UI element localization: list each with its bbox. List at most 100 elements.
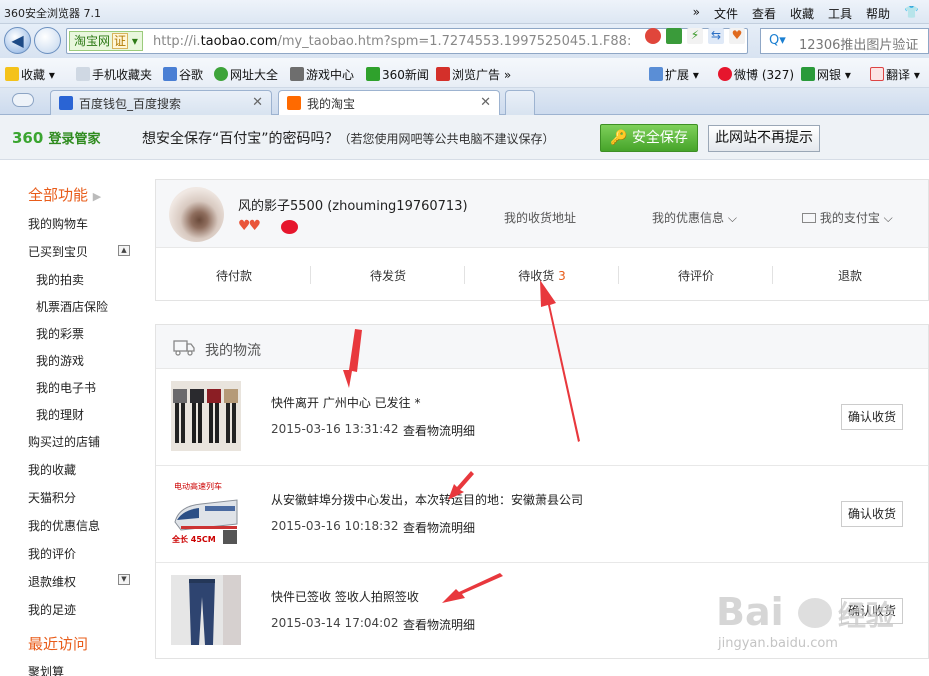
- grid-icon: [649, 67, 663, 81]
- sidebar-item-auction[interactable]: 我的拍卖: [36, 271, 84, 288]
- fav-weibo[interactable]: 微博 (327): [718, 66, 794, 83]
- sidebar-item-games[interactable]: 我的游戏: [36, 352, 84, 369]
- sidebar-item-bought[interactable]: 已买到宝贝: [28, 243, 88, 260]
- address-link[interactable]: 我的收货地址: [504, 209, 576, 226]
- menu-favorites[interactable]: 收藏: [790, 5, 814, 22]
- menu-help[interactable]: 帮助: [866, 5, 890, 22]
- back-button[interactable]: ◀: [4, 27, 31, 54]
- lightning-icon[interactable]: ⚡: [687, 28, 703, 44]
- taobao-icon: [287, 96, 301, 110]
- menu-bar: » 文件 查看 收藏 工具 帮助 👕: [693, 5, 919, 22]
- alipay-link[interactable]: 我的支付宝 ⌵: [802, 209, 893, 226]
- close-icon[interactable]: ✕: [480, 95, 491, 110]
- confirm-receipt-button[interactable]: 确认收货: [841, 501, 903, 527]
- sidebar-item-offers[interactable]: 我的优惠信息: [28, 517, 100, 534]
- sidebar-item-shops[interactable]: 购买过的店铺: [28, 433, 100, 450]
- logistics-date: 2015-03-16 10:18:32: [271, 519, 399, 533]
- qr-code-icon[interactable]: [666, 28, 682, 44]
- sidebar-item-finance[interactable]: 我的理财: [36, 406, 84, 423]
- search-engine-icon[interactable]: Q▾: [769, 33, 786, 48]
- folder-icon: [76, 67, 90, 81]
- menu-chevron-icon[interactable]: »: [693, 5, 700, 22]
- tab-bar: 百度钱包_百度搜索 ✕ 我的淘宝 ✕: [0, 88, 929, 115]
- recent-item-juhuasuan[interactable]: 聚划算: [28, 663, 64, 676]
- confirm-receipt-button[interactable]: 确认收货: [841, 404, 903, 430]
- address-toolbar: ◀ 淘宝网证 ▾ http://i.taobao.com/my_taobao.h…: [0, 24, 929, 58]
- view-details-link[interactable]: 查看物流明细: [403, 519, 475, 536]
- sidebar-item-cart[interactable]: 我的购物车: [28, 215, 88, 232]
- never-show-button[interactable]: 此网站不再提示: [708, 125, 820, 152]
- fav-sites[interactable]: 网址大全: [214, 66, 278, 83]
- fav-translate[interactable]: 翻译 ▾: [870, 66, 920, 83]
- tab-label: 我的淘宝: [307, 97, 356, 111]
- secure-save-button[interactable]: 🔑 安全保存: [600, 124, 698, 152]
- thumb-caption: 电动高速列车: [174, 482, 222, 491]
- expand-icon[interactable]: ▼: [118, 574, 130, 585]
- fav-news[interactable]: 360新闻: [366, 66, 429, 83]
- refresh-icon[interactable]: ⇆: [708, 28, 724, 44]
- sidebar-item-collection[interactable]: 我的收藏: [28, 461, 76, 478]
- pending-receipt-count: 3: [558, 269, 566, 283]
- favorite-heart-icon[interactable]: ♥: [729, 28, 745, 44]
- favorites-bar: 收藏 ▾ 手机收藏夹 谷歌 网址大全 游戏中心 360新闻 浏览广告 » 扩展 …: [0, 58, 929, 88]
- logistics-status: 从安徽蚌埠分拨中心发出，本次转运目的地：安徽萧县公司: [271, 493, 584, 507]
- ads-icon: [436, 67, 450, 81]
- offers-link[interactable]: 我的优惠信息 ⌵: [652, 209, 737, 226]
- plus-globe-icon: [214, 67, 228, 81]
- menu-tools[interactable]: 工具: [828, 5, 852, 22]
- tab-baidu[interactable]: 百度钱包_百度搜索 ✕: [50, 90, 272, 115]
- product-thumbnail[interactable]: [171, 381, 241, 451]
- avatar[interactable]: [169, 187, 224, 242]
- sidebar-item-lottery[interactable]: 我的彩票: [36, 325, 84, 342]
- username[interactable]: 风的影子5500 (zhouming19760713): [238, 195, 468, 214]
- tab-my-taobao[interactable]: 我的淘宝 ✕: [278, 90, 500, 115]
- certificate-badge[interactable]: 证: [112, 33, 129, 49]
- fav-collect[interactable]: 收藏 ▾: [5, 66, 55, 83]
- product-thumbnail[interactable]: [171, 575, 241, 645]
- title-bar: 360安全浏览器 7.1 » 文件 查看 收藏 工具 帮助 👕: [0, 0, 929, 24]
- news-icon: [366, 67, 380, 81]
- logistics-title: 我的物流: [205, 343, 261, 359]
- status-pending-review[interactable]: 待评价: [620, 267, 772, 284]
- sidebar-item-ebooks[interactable]: 我的电子书: [36, 379, 96, 396]
- fav-google[interactable]: 谷歌: [163, 66, 203, 83]
- address-icons: ⚡ ⇆ ♥: [645, 28, 745, 44]
- search-input[interactable]: 12306推出图片验证: [799, 34, 918, 53]
- product-image-stockings: [171, 381, 241, 451]
- sidebar-item-travel[interactable]: 机票酒店保险: [36, 298, 108, 315]
- new-tab-button[interactable]: [505, 90, 535, 115]
- logistics-row: 电动高速列车 全长 45CM 从安徽蚌埠分拨中心发出，本次转运目的地：安徽萧县公…: [156, 466, 928, 563]
- thumb-length: 全长 45CM: [172, 535, 216, 544]
- sidebar-item-refunds[interactable]: 退款维权: [28, 573, 76, 590]
- sidebar-header[interactable]: 全部功能 ▶: [28, 184, 101, 205]
- fav-games[interactable]: 游戏中心: [290, 66, 354, 83]
- menu-file[interactable]: 文件: [714, 5, 738, 22]
- sidebar-item-tmall-points[interactable]: 天猫积分: [28, 489, 76, 506]
- weibo-icon[interactable]: [281, 220, 298, 234]
- status-pending-shipment[interactable]: 待发货: [312, 267, 464, 284]
- sidebar-item-reviews[interactable]: 我的评价: [28, 545, 76, 562]
- baidu-paw-icon: [59, 96, 73, 110]
- forward-button[interactable]: [34, 27, 61, 54]
- search-box[interactable]: Q▾ 12306推出图片验证: [760, 28, 929, 54]
- url-text[interactable]: http://i.taobao.com/my_taobao.htm?spm=1.…: [153, 34, 631, 49]
- close-icon[interactable]: ✕: [252, 95, 263, 110]
- status-pending-payment[interactable]: 待付款: [158, 267, 310, 284]
- cloud-icon[interactable]: [12, 93, 34, 107]
- logistics-row: 快件离开 广州中心 已发往 * 2015-03-16 13:31:42 查看物流…: [156, 369, 928, 466]
- fav-bank[interactable]: 网银 ▾: [801, 66, 851, 83]
- view-details-link[interactable]: 查看物流明细: [403, 422, 475, 439]
- status-refund[interactable]: 退款: [774, 267, 926, 284]
- fav-extensions[interactable]: 扩展 ▾: [649, 66, 699, 83]
- menu-view[interactable]: 查看: [752, 5, 776, 22]
- status-pending-receipt[interactable]: 待收货 3: [466, 267, 618, 284]
- view-details-link[interactable]: 查看物流明细: [403, 616, 475, 633]
- fav-ads[interactable]: 浏览广告 »: [436, 66, 511, 83]
- skin-shirt-icon[interactable]: 👕: [904, 5, 919, 22]
- stop-icon[interactable]: [645, 28, 661, 44]
- site-badge[interactable]: 淘宝网证 ▾: [69, 31, 143, 51]
- collapse-icon[interactable]: ▲: [118, 245, 130, 256]
- sidebar-item-footprints[interactable]: 我的足迹: [28, 601, 76, 618]
- fav-mobile[interactable]: 手机收藏夹: [76, 66, 152, 83]
- product-thumbnail[interactable]: 电动高速列车 全长 45CM: [171, 478, 241, 548]
